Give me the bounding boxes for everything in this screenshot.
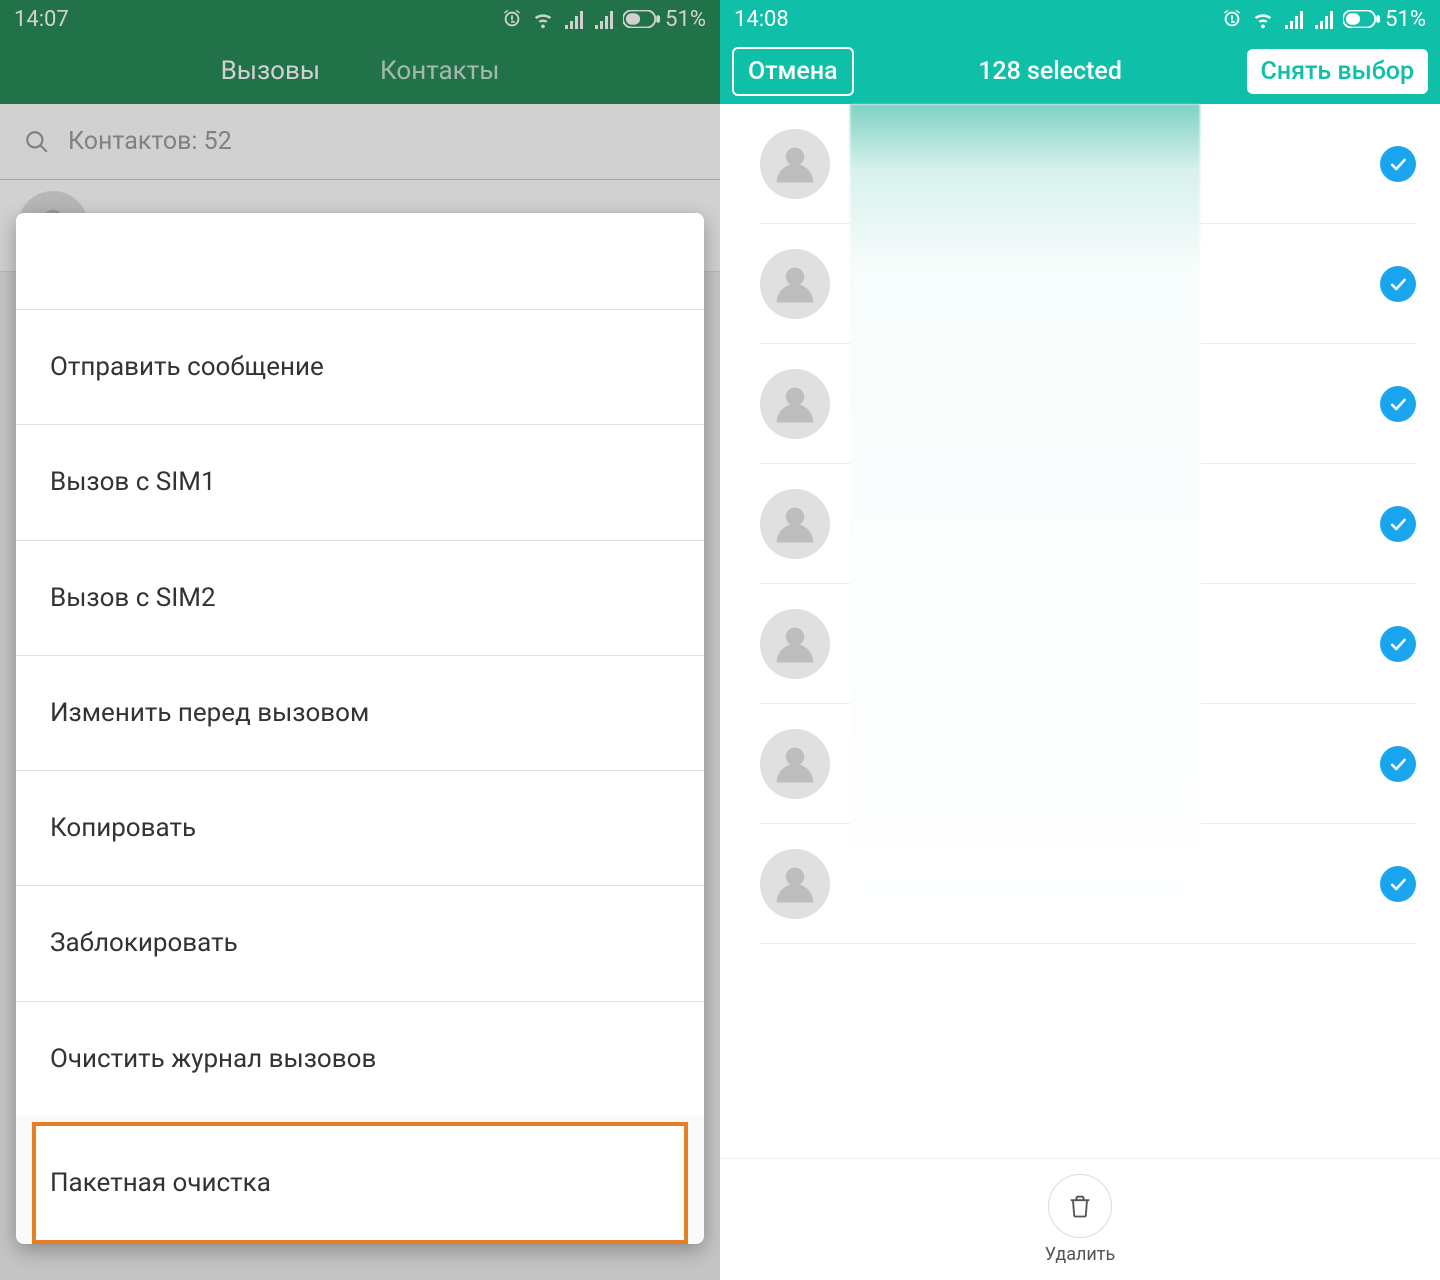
avatar: [760, 609, 830, 679]
battery-percent: 51%: [1385, 7, 1426, 32]
menu-copy[interactable]: Копировать: [16, 770, 704, 885]
status-time: 14:08: [734, 7, 789, 32]
checkmark-icon[interactable]: [1380, 146, 1416, 182]
delete-label: Удалить: [1045, 1244, 1115, 1265]
list-item[interactable]: ек.2: [720, 224, 1440, 344]
screen-calls-menu: 14:07 51% Вызовы Контакты Контактов: 52 …: [0, 0, 720, 1280]
wifi-icon: [1251, 8, 1275, 30]
list-item[interactable]: [720, 344, 1440, 464]
checkmark-icon[interactable]: [1380, 866, 1416, 902]
battery-indicator: 51%: [1343, 7, 1426, 32]
modal-list: Отправить сообщение Вызов с SIM1 Вызов с…: [16, 309, 704, 1244]
screen-selection: 14:08 51% Отмена 128 selected Снять выбо…: [720, 0, 1440, 1280]
modal-header: [16, 213, 704, 309]
item-info: .1: [850, 872, 1380, 896]
menu-clear-call-log[interactable]: Очистить журнал вызовов: [16, 1001, 704, 1116]
delete-button[interactable]: [1048, 1174, 1112, 1238]
sim-badge: 2: [883, 275, 901, 293]
avatar: [760, 489, 830, 559]
contact-list[interactable]: ек.2 ин. 35 с... ин. 43 с... .1: [720, 104, 1440, 1158]
outgoing-icon: [850, 636, 866, 652]
cancel-button[interactable]: Отмена: [732, 47, 854, 96]
item-info: ин. 35 с...: [850, 512, 1380, 536]
checkmark-icon[interactable]: [1380, 506, 1416, 542]
item-subtext: ин. 35 с...: [850, 512, 1380, 536]
selection-title: 128 selected: [978, 57, 1122, 86]
trash-icon: [1066, 1192, 1094, 1220]
checkmark-icon[interactable]: [1380, 386, 1416, 422]
item-info: ин. 43 с...: [850, 632, 1380, 656]
list-item[interactable]: ин. 35 с...: [720, 464, 1440, 584]
selection-header: Отмена 128 selected Снять выбор: [720, 38, 1440, 104]
item-subtext: ек.2: [850, 272, 1380, 296]
signal-icon: [1313, 9, 1335, 29]
menu-call-sim1[interactable]: Вызов с SIM1: [16, 424, 704, 539]
checkmark-icon[interactable]: [1380, 266, 1416, 302]
item-subtext: .1: [850, 872, 1380, 896]
avatar: [760, 729, 830, 799]
sim-badge: 1: [861, 875, 879, 893]
list-item[interactable]: [720, 104, 1440, 224]
avatar: [760, 129, 830, 199]
checkmark-icon[interactable]: [1380, 626, 1416, 662]
menu-batch-cleanup[interactable]: Пакетная очистка: [32, 1122, 688, 1244]
item-subtext: ин. 43 с...: [850, 632, 1380, 656]
deselect-all-button[interactable]: Снять выбор: [1247, 49, 1428, 94]
bottom-toolbar: Удалить: [720, 1158, 1440, 1280]
avatar: [760, 249, 830, 319]
list-item[interactable]: .1: [720, 824, 1440, 944]
checkmark-icon[interactable]: [1380, 746, 1416, 782]
menu-call-sim2[interactable]: Вызов с SIM2: [16, 540, 704, 655]
menu-edit-before-call[interactable]: Изменить перед вызовом: [16, 655, 704, 770]
statusbar: 14:08 51%: [720, 0, 1440, 38]
list-item[interactable]: [720, 704, 1440, 824]
avatar: [760, 849, 830, 919]
list-item[interactable]: ин. 43 с...: [720, 584, 1440, 704]
avatar: [760, 369, 830, 439]
alarm-icon: [1221, 8, 1243, 30]
context-menu: Отправить сообщение Вызов с SIM1 Вызов с…: [16, 213, 704, 1244]
menu-block[interactable]: Заблокировать: [16, 885, 704, 1000]
status-icons-right: 51%: [1221, 7, 1426, 32]
item-info: ек.2: [850, 272, 1380, 296]
menu-send-message[interactable]: Отправить сообщение: [16, 309, 704, 424]
signal-icon: [1283, 9, 1305, 29]
